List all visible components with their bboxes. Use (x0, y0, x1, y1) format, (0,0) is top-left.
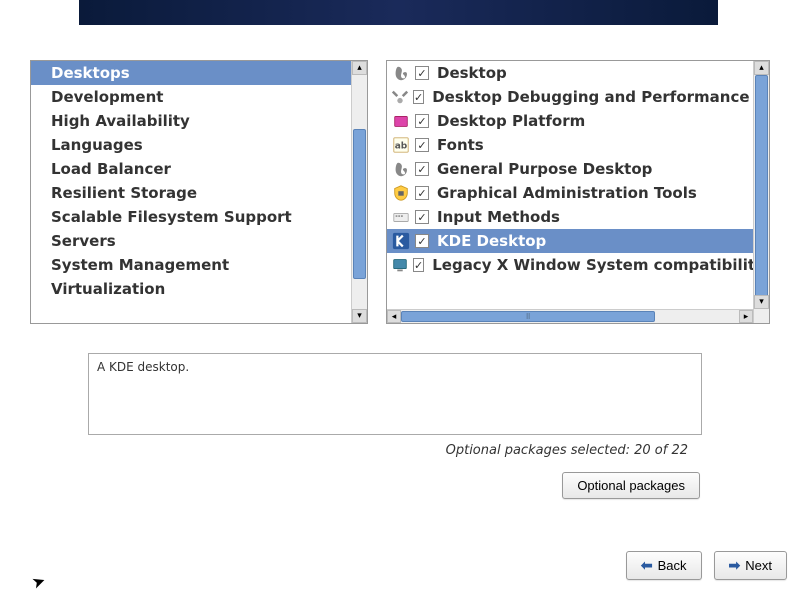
category-item[interactable]: High Availability (31, 109, 351, 133)
shield-icon (391, 183, 411, 203)
category-item[interactable]: Load Balancer (31, 157, 351, 181)
monitor-icon (391, 255, 409, 275)
hscroll-thumb[interactable]: ⠿ (401, 311, 655, 322)
next-label: Next (745, 558, 772, 573)
optional-packages-button[interactable]: Optional packages (562, 472, 700, 499)
cursor-icon: ➤ (29, 570, 48, 592)
package-label: Desktop Debugging and Performance (432, 88, 749, 106)
foot-icon (391, 63, 411, 83)
arrow-right-icon: ➡ (729, 557, 741, 574)
scroll-thumb[interactable] (755, 75, 768, 305)
package-label: Graphical Administration Tools (437, 184, 697, 202)
package-checkbox[interactable]: ✓ (415, 162, 429, 176)
font-icon: ab (391, 135, 411, 155)
package-item[interactable]: ✓ Desktop (387, 61, 753, 85)
package-label: Fonts (437, 136, 484, 154)
package-label: General Purpose Desktop (437, 160, 652, 178)
description-box: A KDE desktop. (88, 353, 702, 435)
category-list[interactable]: DesktopsDevelopmentHigh AvailabilityLang… (31, 61, 351, 323)
optional-status: Optional packages selected: 20 of 22 (0, 443, 688, 458)
scroll-up-icon[interactable]: ▴ (352, 61, 367, 75)
package-item[interactable]: ✓ Legacy X Window System compatibility (387, 253, 753, 277)
category-item[interactable]: Servers (31, 229, 351, 253)
category-item[interactable]: Virtualization (31, 277, 351, 301)
package-checkbox[interactable]: ✓ (415, 138, 429, 152)
package-item[interactable]: ✓ Desktop Platform (387, 109, 753, 133)
package-checkbox[interactable]: ✓ (415, 234, 429, 248)
package-item[interactable]: ab ✓ Fonts (387, 133, 753, 157)
package-item[interactable]: ✓ KDE Desktop (387, 229, 753, 253)
package-hscrollbar[interactable]: ◂ ⠿ ▸ (387, 309, 753, 323)
scroll-right-icon[interactable]: ▸ (739, 310, 753, 323)
category-item[interactable]: Languages (31, 133, 351, 157)
package-item[interactable]: ✓ Desktop Debugging and Performance (387, 85, 753, 109)
package-checkbox[interactable]: ✓ (415, 66, 429, 80)
package-checkbox[interactable]: ✓ (415, 186, 429, 200)
keyboard-icon (391, 207, 411, 227)
package-item[interactable]: ✓ General Purpose Desktop (387, 157, 753, 181)
package-label: Legacy X Window System compatibility (432, 256, 753, 274)
foot-icon (391, 159, 411, 179)
box-icon (391, 111, 411, 131)
package-checkbox[interactable]: ✓ (415, 210, 429, 224)
category-item[interactable]: System Management (31, 253, 351, 277)
svg-text:ab: ab (395, 142, 408, 152)
header-banner (79, 0, 718, 25)
scroll-down-icon[interactable]: ▾ (352, 309, 367, 323)
back-label: Back (658, 558, 687, 573)
scroll-down-icon[interactable]: ▾ (754, 295, 769, 309)
package-scrollbar[interactable]: ▴ ▾ (753, 61, 769, 323)
package-checkbox[interactable]: ✓ (413, 258, 424, 272)
next-button[interactable]: ➡ Next (714, 551, 787, 580)
package-checkbox[interactable]: ✓ (415, 114, 429, 128)
category-item[interactable]: Development (31, 85, 351, 109)
scroll-thumb[interactable] (353, 129, 366, 279)
tools-icon (391, 87, 409, 107)
category-item[interactable]: Resilient Storage (31, 181, 351, 205)
package-panel: ✓Desktop✓Desktop Debugging and Performan… (386, 60, 770, 324)
category-panel: DesktopsDevelopmentHigh AvailabilityLang… (30, 60, 368, 324)
package-item[interactable]: ✓ Input Methods (387, 205, 753, 229)
scroll-up-icon[interactable]: ▴ (754, 61, 769, 75)
package-label: Input Methods (437, 208, 560, 226)
arrow-left-icon: ⬅ (641, 557, 653, 574)
kde-icon (391, 231, 411, 251)
package-label: KDE Desktop (437, 232, 546, 250)
category-scrollbar[interactable]: ▴ ▾ (351, 61, 367, 323)
category-item[interactable]: Scalable Filesystem Support (31, 205, 351, 229)
package-checkbox[interactable]: ✓ (413, 90, 424, 104)
package-label: Desktop Platform (437, 112, 585, 130)
scroll-left-icon[interactable]: ◂ (387, 310, 401, 323)
package-item[interactable]: ✓ Graphical Administration Tools (387, 181, 753, 205)
package-list[interactable]: ✓Desktop✓Desktop Debugging and Performan… (387, 61, 753, 323)
category-item[interactable]: Desktops (31, 61, 351, 85)
back-button[interactable]: ⬅ Back (626, 551, 702, 580)
package-label: Desktop (437, 64, 507, 82)
